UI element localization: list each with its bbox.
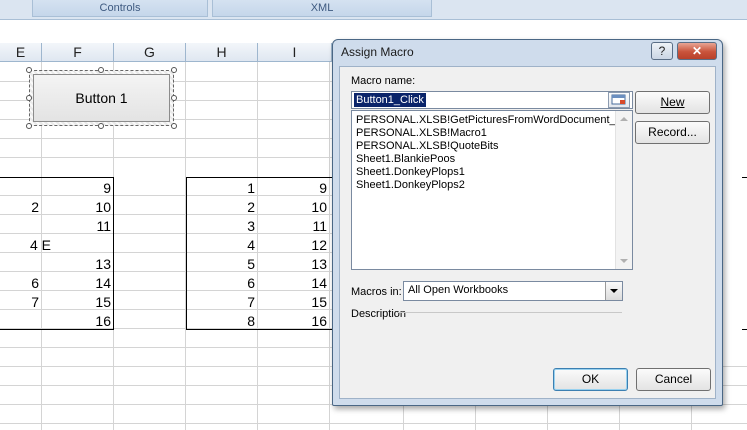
list-scrollbar[interactable] — [615, 111, 632, 269]
column-header-f[interactable]: F — [42, 43, 114, 62]
resize-handle[interactable] — [171, 67, 177, 73]
cell-i[interactable]: 13 — [258, 254, 329, 273]
macros-in-label: Macros in: — [351, 286, 402, 298]
cell-h[interactable]: 6 — [187, 273, 257, 292]
new-button-label: New — [660, 95, 685, 109]
cell-h[interactable]: 3 — [187, 216, 257, 235]
macro-list-item[interactable]: Sheet1.BlankiePoos — [356, 153, 455, 166]
resize-handle[interactable] — [98, 123, 104, 129]
collapse-dialog-icon — [611, 94, 626, 105]
record-button[interactable]: Record... — [635, 121, 710, 144]
cell-h[interactable]: 1 — [187, 178, 257, 197]
chevron-down-icon — [610, 289, 618, 293]
cell-h[interactable]: 8 — [187, 311, 257, 330]
column-header-e[interactable]: E — [0, 43, 42, 62]
gridline — [329, 62, 330, 430]
cell-e[interactable]: 2 — [0, 197, 41, 216]
cell-f[interactable]: 9 — [42, 178, 113, 197]
macro-list-item[interactable]: Sheet1.DonkeyPlops1 — [356, 166, 465, 179]
macro-name-value[interactable]: Button1_Click — [354, 93, 426, 107]
record-button-label: Record... — [648, 125, 697, 139]
resize-handle[interactable] — [171, 95, 177, 101]
dialog-title: Assign Macro — [341, 45, 414, 59]
cell-e[interactable]: 6 — [0, 273, 41, 292]
column-header-h[interactable]: H — [186, 43, 258, 62]
resize-handle[interactable] — [98, 67, 104, 73]
column-header-i[interactable]: I — [258, 43, 332, 62]
resize-handle[interactable] — [171, 123, 177, 129]
dropdown-button[interactable] — [605, 282, 622, 300]
table-border — [113, 177, 114, 330]
form-button-label[interactable]: Button 1 — [33, 74, 170, 122]
cell-f[interactable]: 14 — [42, 273, 113, 292]
cell-h[interactable]: 4 — [187, 235, 257, 254]
assign-macro-dialog: Assign Macro ? ✕ Macro name: Button1_Cli… — [332, 39, 723, 406]
cancel-button-label: Cancel — [654, 372, 693, 386]
gridline — [0, 157, 332, 158]
description-label: Description — [351, 308, 407, 320]
cell-f[interactable]: 16 — [42, 311, 113, 330]
cell-f[interactable]: 15 — [42, 292, 113, 311]
close-button[interactable]: ✕ — [677, 42, 717, 60]
macro-list-item[interactable]: PERSONAL.XLSB!Macro1 — [356, 127, 487, 140]
cell-h[interactable]: 2 — [187, 197, 257, 216]
cell-f[interactable]: 13 — [42, 254, 113, 273]
scroll-up-icon[interactable] — [620, 117, 628, 121]
macros-in-value: All Open Workbooks — [408, 284, 509, 296]
resize-handle[interactable] — [26, 67, 32, 73]
scroll-down-icon[interactable] — [620, 259, 628, 263]
cell-e[interactable]: 7 — [0, 292, 41, 311]
macro-list[interactable]: PERSONAL.XLSB!GetPicturesFromWordDocumen… — [351, 110, 633, 270]
gridline — [0, 138, 332, 139]
resize-handle[interactable] — [26, 123, 32, 129]
ok-button-label: OK — [581, 372, 600, 386]
table-border — [742, 177, 747, 178]
help-button[interactable]: ? — [651, 42, 673, 60]
resize-handle[interactable] — [26, 95, 32, 101]
cell-f[interactable]: 10 — [42, 197, 113, 216]
cell-i[interactable]: 16 — [258, 311, 329, 330]
cell-f[interactable]: 11 — [42, 216, 113, 235]
ribbon-group-xml[interactable]: XML — [212, 0, 432, 17]
collapse-dialog-button[interactable] — [608, 92, 630, 108]
dialog-body: Macro name: Button1_Click PERSONAL.XLSB!… — [339, 66, 716, 399]
cell-i[interactable]: 15 — [258, 292, 329, 311]
ok-button[interactable]: OK — [553, 368, 628, 391]
gridline — [0, 423, 747, 424]
ribbon-group-strip: Controls XML — [0, 0, 747, 20]
macro-name-input[interactable]: Button1_Click — [351, 91, 633, 109]
cancel-button[interactable]: Cancel — [636, 368, 711, 391]
cell-h[interactable]: 5 — [187, 254, 257, 273]
cell-e[interactable] — [0, 216, 41, 235]
form-button-1[interactable]: Button 1 — [26, 67, 177, 129]
cell-i[interactable]: 12 — [258, 235, 329, 254]
cell-e[interactable] — [0, 254, 41, 273]
description-divider — [397, 312, 622, 313]
column-header-g[interactable]: G — [114, 43, 186, 62]
cell-f[interactable] — [42, 235, 113, 254]
table-border — [742, 329, 747, 330]
macro-name-label: Macro name: — [351, 75, 416, 87]
cell-i[interactable]: 11 — [258, 216, 329, 235]
cell-i[interactable]: 10 — [258, 197, 329, 216]
macro-list-item[interactable]: PERSONAL.XLSB!QuoteBits — [356, 140, 498, 153]
macros-in-select[interactable]: All Open Workbooks — [403, 281, 623, 301]
cell-e[interactable] — [0, 178, 41, 197]
macro-list-item[interactable]: PERSONAL.XLSB!GetPicturesFromWordDocumen… — [356, 114, 622, 127]
cell-h[interactable]: 7 — [187, 292, 257, 311]
gridline — [0, 347, 332, 348]
macro-list-item[interactable]: Sheet1.DonkeyPlops2 — [356, 179, 465, 192]
cell-i[interactable]: 14 — [258, 273, 329, 292]
new-button[interactable]: New — [635, 91, 710, 114]
cell-e[interactable] — [0, 311, 41, 330]
cell-i[interactable]: 9 — [258, 178, 329, 197]
ribbon-group-controls[interactable]: Controls — [32, 0, 208, 17]
